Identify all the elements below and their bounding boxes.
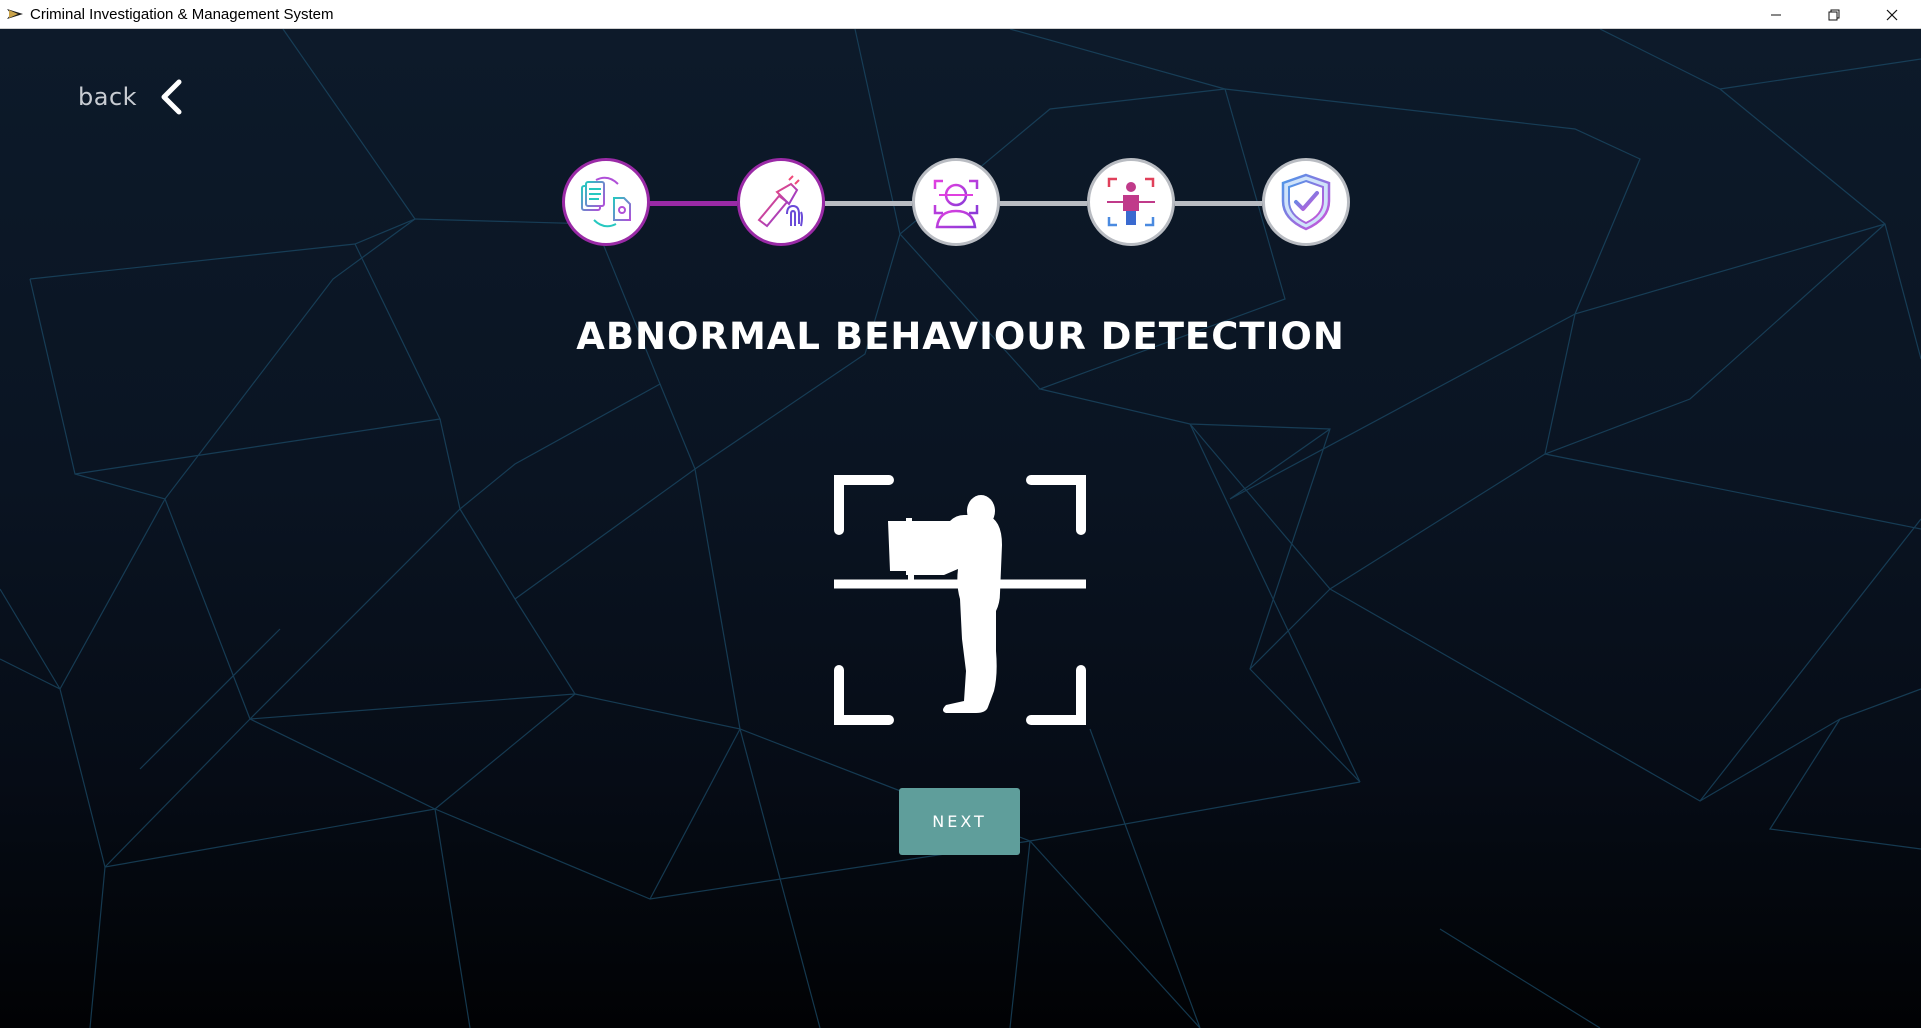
step-face-recognition[interactable]: [912, 158, 1000, 246]
minimize-button[interactable]: [1747, 0, 1805, 29]
document-processing-icon: [581, 176, 631, 228]
main-area: back ABNORMAL BEHAVIOUR DETECTION NEXT: [0, 29, 1921, 1028]
title-bar: Criminal Investigation & Management Syst…: [0, 0, 1921, 29]
back-button[interactable]: back: [78, 79, 183, 115]
step-connector: [650, 201, 737, 206]
chevron-left-icon: [161, 79, 182, 115]
step-document-processing[interactable]: [562, 158, 650, 246]
app-logo-icon: [7, 9, 23, 19]
window-title: Criminal Investigation & Management Syst…: [30, 5, 334, 23]
close-button[interactable]: [1863, 0, 1921, 29]
shield-check-icon: [1281, 173, 1331, 231]
back-label: back: [78, 83, 138, 111]
face-recognition-icon: [933, 179, 979, 229]
step-connector: [825, 201, 912, 206]
step-connector: [1000, 201, 1087, 206]
progress-stepper: [562, 158, 1359, 252]
step-connector: [1175, 201, 1262, 206]
page-title: ABNORMAL BEHAVIOUR DETECTION: [576, 315, 1345, 358]
next-button[interactable]: NEXT: [899, 788, 1020, 855]
fingerprint-evidence-icon: [757, 175, 803, 228]
app-window: Criminal Investigation & Management Syst…: [0, 0, 1921, 1028]
step-body-scan[interactable]: [1087, 158, 1175, 246]
step-verification[interactable]: [1262, 158, 1350, 246]
step-evidence-collection[interactable]: [737, 158, 825, 246]
restore-icon: [1828, 9, 1840, 20]
minimize-icon: [1771, 14, 1781, 15]
window-controls: [1747, 0, 1921, 29]
armed-person-scan-icon: [834, 475, 1086, 725]
restore-button[interactable]: [1805, 0, 1863, 29]
close-icon: [1886, 9, 1898, 20]
body-scan-icon: [1107, 177, 1155, 227]
